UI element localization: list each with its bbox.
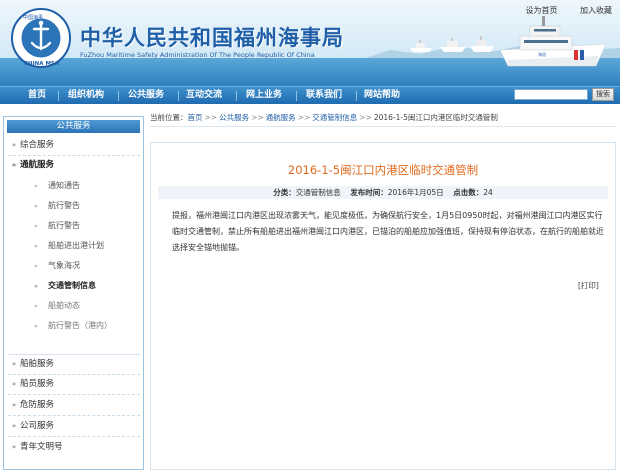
nav-separator: [236, 91, 237, 101]
sidebar-item-company[interactable]: » 公司服务: [8, 417, 140, 437]
sidebar-sub-label: 船舶进出港计划: [48, 241, 104, 250]
clicks-value: 24: [483, 188, 493, 197]
sidebar-item-ship[interactable]: » 船舶服务: [8, 354, 140, 375]
add-favorite-link[interactable]: 加入收藏: [580, 6, 612, 15]
top-links: 设为首页 加入收藏: [505, 5, 612, 16]
category-value: 交通管制信息: [295, 188, 341, 197]
search-button[interactable]: 搜索: [592, 88, 614, 101]
site-title: 中华人民共和国福州海事局: [80, 25, 344, 50]
nav-item-home[interactable]: 首页: [28, 87, 46, 104]
chevron-right-icon: »: [11, 360, 17, 368]
sidebar-item-label: 船舶服务: [20, 359, 55, 369]
nav-item-contact[interactable]: 联系我们: [306, 87, 342, 104]
sidebar-sub-port-plan[interactable]: » 船舶进出港计划: [34, 236, 140, 255]
chevron-right-icon: »: [34, 183, 38, 190]
sidebar-item-crew[interactable]: » 船员服务: [8, 375, 140, 395]
breadcrumb-navigation[interactable]: 通航服务: [266, 113, 296, 122]
clicks-label: 点击数：: [453, 188, 484, 197]
breadcrumb-public-service[interactable]: 公共服务: [219, 113, 249, 122]
chevron-right-icon: »: [34, 203, 38, 210]
small-ship-icon: [440, 38, 466, 52]
sidebar-sub-nav-warning[interactable]: » 航行警告: [34, 196, 140, 215]
article-meta: 分类：交通管制信息 发布时间：2016年1月05日 点击数：24: [158, 186, 608, 199]
sidebar-sub-ship-dynamics[interactable]: » 船舶动态: [34, 296, 140, 315]
sidebar-sub-weather[interactable]: » 气象海况: [34, 256, 140, 275]
chevron-right-icon: »: [11, 380, 17, 388]
sidebar-sub-label: 船舶动态: [48, 301, 80, 310]
nav-separator: [296, 91, 297, 101]
nav-item-help[interactable]: 网站帮助: [364, 87, 400, 104]
breadcrumb-current: 2016-1-5闽江口内港区临时交通管制: [373, 113, 498, 122]
article-body: 提报，福州港闽江口内港区出现浓雾天气，能见度极低，为确保航行安全，1月5日095…: [172, 211, 604, 252]
small-ship-icon: [470, 36, 494, 52]
breadcrumb-home[interactable]: 首页: [188, 113, 203, 122]
chevron-right-icon: »: [11, 401, 17, 409]
sidebar-sub-label: 交通管制信息: [48, 281, 96, 290]
sidebar-sub-port-warning[interactable]: » 航行警告（港内）: [34, 316, 140, 335]
chevron-right-icon: »: [11, 141, 17, 149]
site-title-english: FuZhou Maritime Safety Administration Of…: [80, 51, 315, 59]
sidebar-item-label: 青年文明号: [20, 442, 63, 452]
sidebar-item-general[interactable]: » 综合服务: [8, 136, 140, 156]
sidebar-item-youth[interactable]: » 青年文明号: [8, 438, 140, 457]
chevron-right-icon: »: [34, 283, 38, 290]
sidebar-sub-traffic-control[interactable]: » 交通管制信息: [34, 276, 140, 295]
nav-separator: [356, 91, 357, 101]
chevron-right-icon: »: [34, 303, 38, 310]
sidebar-sub-nav-warning-2[interactable]: » 航行警告: [34, 216, 140, 235]
print-link[interactable]: [打印]: [578, 280, 599, 291]
patrol-ship-icon: 海巡: [499, 16, 607, 67]
sidebar-item-hazard[interactable]: » 危防服务: [8, 396, 140, 416]
sidebar-sub-label: 航行警告（港内）: [48, 321, 112, 330]
chevron-right-icon: »: [34, 323, 38, 330]
category-label: 分类：: [273, 188, 296, 197]
date-label: 发布时间：: [350, 188, 388, 197]
sidebar-item-label: 综合服务: [20, 140, 55, 150]
nav-item-organization[interactable]: 组织机构: [68, 87, 104, 104]
nav-item-online-business[interactable]: 网上业务: [246, 87, 282, 104]
nav-separator: [58, 91, 59, 101]
svg-text:海巡: 海巡: [538, 51, 546, 57]
logo-text: CHINA MSA: [24, 61, 60, 67]
nav-item-public-service[interactable]: 公共服务: [128, 87, 164, 104]
chevron-right-icon: »: [34, 243, 38, 250]
sidebar-sub-label: 航行警告: [48, 221, 80, 230]
chevron-right-icon: »: [11, 161, 17, 169]
breadcrumb-label: 当前位置：: [150, 113, 188, 122]
logo-arc-text: 中国海事: [23, 14, 43, 21]
sidebar-sub-notices[interactable]: » 通知通告: [34, 176, 140, 195]
nav-item-interaction[interactable]: 互动交流: [186, 87, 222, 104]
article-title: 2016-1-5闽江口内港区临时交通管制: [287, 163, 479, 177]
chevron-right-icon: »: [11, 422, 17, 430]
breadcrumb: 当前位置：首页 >> 公共服务 >> 通航服务 >> 交通管制信息 >> 2016-1-5闽江口…: [150, 110, 616, 127]
page: 海巡 中国海事 CHINA MSA 中华人民共和国福州海事局 FuZhou Ma…: [0, 0, 620, 470]
sidebar-item-label: 公司服务: [20, 421, 55, 431]
nav-separator: [118, 91, 119, 101]
chevron-right-icon: »: [34, 223, 38, 230]
search-input[interactable]: [514, 89, 588, 100]
sidebar-item-label: 危防服务: [20, 400, 55, 410]
sidebar-header: 公共服务: [7, 120, 140, 133]
nav-separator: [178, 91, 179, 101]
date-value: 2016年1月05日: [387, 188, 444, 197]
sidebar-item-navigation[interactable]: » 通航服务: [8, 156, 140, 175]
breadcrumb-traffic-control[interactable]: 交通管制信息: [312, 113, 357, 122]
sidebar-item-label: 通航服务: [20, 160, 55, 170]
sidebar-sub-label: 航行警告: [48, 201, 80, 210]
chevron-right-icon: »: [34, 263, 38, 270]
sidebar-item-label: 船员服务: [20, 379, 55, 389]
msa-logo: 中国海事 CHINA MSA: [11, 8, 71, 68]
sidebar-sub-label: 通知通告: [48, 181, 80, 190]
chevron-right-icon: »: [11, 443, 17, 451]
sidebar-sub-label: 气象海况: [48, 261, 80, 270]
small-ship-icon: [410, 40, 432, 52]
sidebar: 公共服务 » 综合服务 » 通航服务 » 通知通告 » 航行警告 » 航行警告 » 船舶进出…: [3, 116, 144, 470]
set-homepage-link[interactable]: 设为首页: [525, 6, 557, 15]
site-banner: 海巡 中国海事 CHINA MSA 中华人民共和国福州海事局 FuZhou Ma…: [0, 0, 620, 86]
